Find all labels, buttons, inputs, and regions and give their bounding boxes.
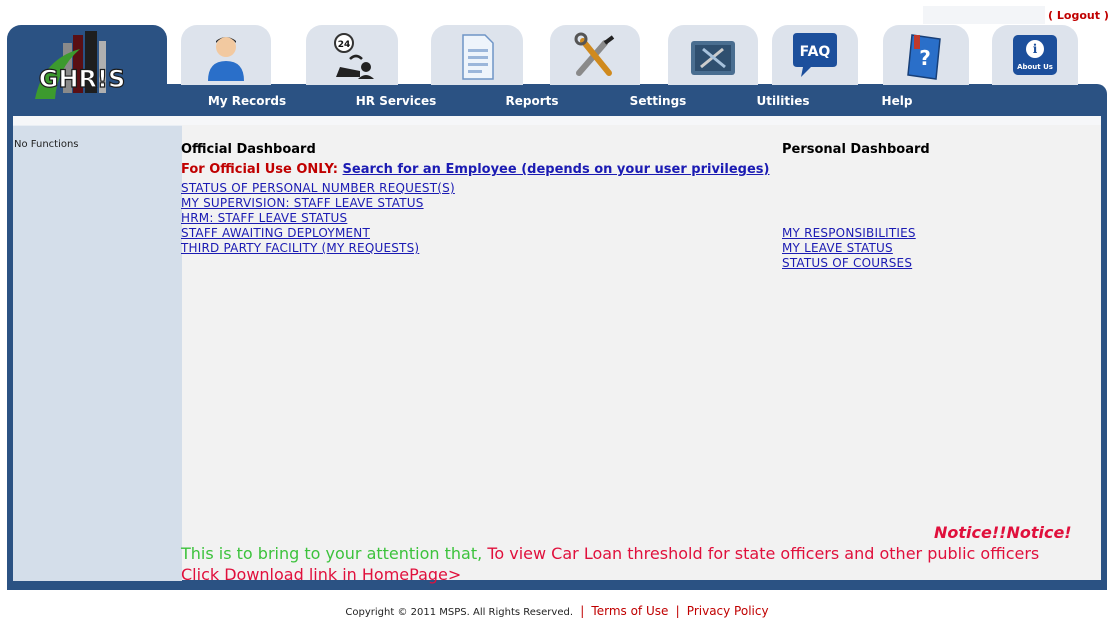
nav-tab-my-records[interactable] <box>181 25 271 85</box>
help-book-icon: ? <box>907 34 941 80</box>
svg-text:?: ? <box>919 46 931 70</box>
nav-my-records[interactable]: My Records <box>208 94 286 108</box>
nav-hr-services[interactable]: HR Services <box>356 94 437 108</box>
nav-tab-reports[interactable] <box>431 25 523 85</box>
link-staff-awaiting-deployment[interactable]: STAFF AWAITING DEPLOYMENT <box>181 226 370 240</box>
notice-intro: This is to bring to your attention that, <box>181 544 488 563</box>
nav-tab-settings[interactable] <box>550 25 640 85</box>
svg-text:i: i <box>1033 42 1038 56</box>
nav-settings[interactable]: Settings <box>630 94 687 108</box>
toolbox-icon <box>691 41 735 75</box>
personal-dashboard-title: Personal Dashboard <box>782 142 930 157</box>
ghris-logo: GHR!S <box>35 31 126 99</box>
nav-tab-faq[interactable]: FAQ <box>772 25 858 85</box>
footer-separator: | <box>675 604 680 618</box>
link-hrm-leave-status[interactable]: HRM: STAFF LEAVE STATUS <box>181 211 347 225</box>
24-hour-service-icon: 24 <box>334 33 374 79</box>
nav-tab-utilities[interactable] <box>668 25 758 85</box>
nav-tab-help[interactable]: ? <box>883 25 969 85</box>
link-personal-number-status[interactable]: STATUS OF PERSONAL NUMBER REQUEST(S) <box>181 181 455 195</box>
nav-utilities[interactable]: Utilities <box>757 94 810 108</box>
logo-text: GHR!S <box>39 65 126 93</box>
svg-text:24: 24 <box>338 40 351 50</box>
link-my-responsibilities[interactable]: MY RESPONSIBILITIES <box>782 226 916 240</box>
content-top-strip <box>13 116 1101 125</box>
logo-tab: GHR!S <box>7 25 167 120</box>
link-status-of-courses[interactable]: STATUS OF COURSES <box>782 256 912 270</box>
nav-reports[interactable]: Reports <box>505 94 558 108</box>
notice-title: Notice!!Notice! <box>934 523 1072 542</box>
official-use-note: For Official Use ONLY: Search for an Emp… <box>181 162 769 177</box>
logout-group: ( Logout ) <box>1048 9 1109 22</box>
link-third-party-facility[interactable]: THIRD PARTY FACILITY (MY REQUESTS) <box>181 241 419 255</box>
logout-close-paren: ) <box>1103 9 1109 22</box>
logout-link[interactable]: Logout <box>1057 9 1100 22</box>
search-employee-link[interactable]: Search for an Employee (depends on your … <box>343 162 770 177</box>
official-dashboard-title: Official Dashboard <box>181 142 316 157</box>
sidebar-no-functions: No Functions <box>14 139 79 150</box>
official-use-label: For Official Use ONLY: <box>181 162 338 177</box>
about-us-icon: i About Us <box>1013 35 1057 75</box>
nav-help[interactable]: Help <box>882 94 913 108</box>
faq-icon-text: FAQ <box>800 44 831 60</box>
terms-of-use-link[interactable]: Terms of Use <box>591 604 668 618</box>
user-icon <box>208 37 244 81</box>
nav-tab-about[interactable]: i About Us <box>992 25 1078 85</box>
logout-open-paren: ( <box>1048 9 1054 22</box>
tools-icon <box>574 32 615 76</box>
privacy-policy-link[interactable]: Privacy Policy <box>687 604 769 618</box>
notice-text: This is to bring to your attention that,… <box>181 543 1081 585</box>
link-supervision-leave-status[interactable]: MY SUPERVISION: STAFF LEAVE STATUS <box>181 196 424 210</box>
faq-icon: FAQ <box>793 33 837 77</box>
footer-separator: | <box>580 604 585 618</box>
footer: Copyright © 2011 MSPS. All Rights Reserv… <box>0 604 1114 618</box>
nav-tab-hr-services[interactable]: 24 <box>306 25 398 85</box>
document-icon <box>462 34 494 80</box>
user-name-box <box>923 6 1045 24</box>
about-us-icon-text: About Us <box>1017 63 1053 71</box>
sidebar: No Functions <box>13 125 182 581</box>
link-my-leave-status[interactable]: MY LEAVE STATUS <box>782 241 893 255</box>
footer-copyright: Copyright © 2011 MSPS. All Rights Reserv… <box>345 607 573 618</box>
